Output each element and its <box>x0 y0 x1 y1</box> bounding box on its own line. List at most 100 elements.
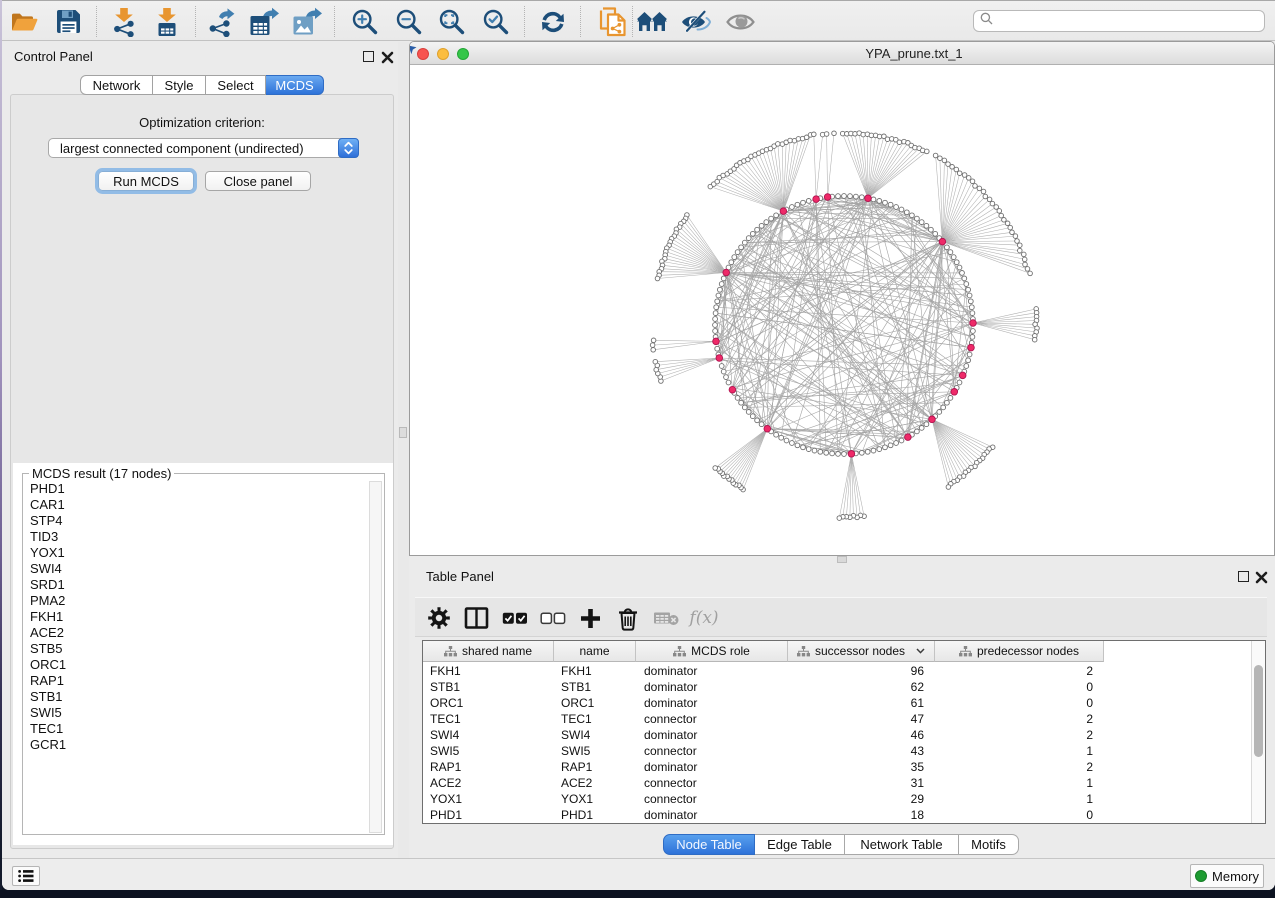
panel-splitter-vertical[interactable] <box>398 42 409 858</box>
delete-column-icon[interactable] <box>612 602 644 634</box>
shared-column-icon <box>444 646 457 657</box>
mcds-result-node[interactable]: SWI5 <box>24 705 369 721</box>
tab-motifs[interactable]: Motifs <box>959 834 1019 855</box>
cell-mcds-role: connector <box>636 744 788 758</box>
select-all-icon[interactable] <box>499 602 531 634</box>
zoom-selected-icon[interactable] <box>479 5 513 38</box>
zoom-in-icon[interactable] <box>348 5 382 38</box>
network-canvas[interactable] <box>410 65 1275 556</box>
mcds-list-scrollbar[interactable] <box>369 481 382 833</box>
first-neighbors-icon[interactable] <box>635 5 669 38</box>
column-header-shared-name[interactable]: shared name <box>423 641 554 662</box>
table-row[interactable]: YOX1 YOX1 connector 29 1 <box>423 791 1253 807</box>
column-header-MCDS-role[interactable]: MCDS role <box>636 641 788 662</box>
export-table-icon[interactable] <box>247 5 281 38</box>
mcds-result-node[interactable]: GCR1 <box>24 737 369 753</box>
tab-edge-table[interactable]: Edge Table <box>755 834 845 855</box>
run-mcds-button[interactable]: Run MCDS <box>98 171 194 191</box>
tab-select[interactable]: Select <box>206 75 266 95</box>
column-header-successor-nodes[interactable]: successor nodes <box>788 641 935 662</box>
network-leaf-nodes[interactable] <box>650 131 1039 521</box>
table-row[interactable]: FKH1 FKH1 dominator 96 2 <box>423 663 1253 679</box>
mcds-result-node[interactable]: FKH1 <box>24 609 369 625</box>
open-file-icon[interactable] <box>7 5 41 38</box>
refresh-icon[interactable] <box>536 5 570 38</box>
cell-mcds-role: dominator <box>636 728 788 742</box>
mcds-result-node[interactable]: STB1 <box>24 689 369 705</box>
optimization-criterion-label: Optimization criterion: <box>11 115 393 130</box>
table-row[interactable]: STB1 STB1 dominator 62 0 <box>423 679 1253 695</box>
toolbar-separator <box>334 6 335 37</box>
mcds-result-node[interactable]: TID3 <box>24 529 369 545</box>
cursor-icon <box>409 42 417 60</box>
column-header-label: MCDS role <box>691 644 750 658</box>
criterion-dropdown[interactable]: largest connected component (undirected) <box>48 138 359 158</box>
search-box[interactable] <box>973 10 1265 32</box>
table-panel-float-button[interactable] <box>1238 571 1249 582</box>
cell-mcds-role: connector <box>636 712 788 726</box>
application-window: Control Panel NetworkStyleSelectMCDS Opt… <box>2 0 1275 890</box>
table-row[interactable]: TEC1 TEC1 connector 47 2 <box>423 711 1253 727</box>
import-network-icon[interactable] <box>107 5 141 38</box>
add-column-icon[interactable] <box>574 602 606 634</box>
mcds-result-node[interactable]: SRD1 <box>24 577 369 593</box>
table-options-icon[interactable] <box>423 602 455 634</box>
control-panel-close-icon[interactable] <box>381 51 394 64</box>
mcds-result-node[interactable]: TEC1 <box>24 721 369 737</box>
import-table-icon[interactable] <box>150 5 184 38</box>
dropdown-stepper-icon <box>338 138 359 158</box>
hide-selected-icon[interactable] <box>678 5 712 38</box>
cell-mcds-role: dominator <box>636 664 788 678</box>
deselect-all-icon[interactable] <box>537 602 569 634</box>
table-row[interactable]: ACE2 ACE2 connector 31 1 <box>423 775 1253 791</box>
cell-name: SWI4 <box>554 728 636 742</box>
table-row[interactable]: SWI5 SWI5 connector 43 1 <box>423 743 1253 759</box>
table-row[interactable]: PHD1 PHD1 dominator 18 0 <box>423 807 1253 823</box>
show-columns-icon[interactable] <box>460 602 492 634</box>
network-window-titlebar[interactable]: YPA_prune.txt_1 <box>410 42 1274 65</box>
cell-shared-name: SWI5 <box>423 744 554 758</box>
tab-network[interactable]: Network <box>80 75 153 95</box>
show-all-icon[interactable] <box>723 5 757 38</box>
show-panels-button[interactable] <box>12 866 40 886</box>
tab-mcds[interactable]: MCDS <box>266 75 324 95</box>
table-scrollbar[interactable] <box>1251 641 1265 823</box>
table-row[interactable]: ORC1 ORC1 dominator 61 0 <box>423 695 1253 711</box>
zoom-fit-icon[interactable] <box>435 5 469 38</box>
tab-network-table[interactable]: Network Table <box>845 834 959 855</box>
column-header-predecessor-nodes[interactable]: predecessor nodes <box>935 641 1104 662</box>
mcds-result-node[interactable]: STB5 <box>24 641 369 657</box>
mcds-result-node[interactable]: ORC1 <box>24 657 369 673</box>
mcds-result-node[interactable]: PHD1 <box>24 481 369 497</box>
tab-node-table[interactable]: Node Table <box>663 834 755 855</box>
memory-button[interactable]: Memory <box>1190 864 1264 888</box>
control-panel: Control Panel NetworkStyleSelectMCDS Opt… <box>2 42 398 858</box>
export-network-icon[interactable] <box>204 5 238 38</box>
toolbar-separator <box>96 6 97 37</box>
control-panel-tabs: NetworkStyleSelectMCDS <box>80 75 324 95</box>
close-panel-button[interactable]: Close panel <box>205 171 311 191</box>
mcds-result-node[interactable]: CAR1 <box>24 497 369 513</box>
mcds-result-list[interactable]: PHD1CAR1STP4TID3YOX1SWI4SRD1PMA2FKH1ACE2… <box>24 481 369 833</box>
mcds-result-node[interactable]: ACE2 <box>24 625 369 641</box>
column-header-name[interactable]: name <box>554 641 636 662</box>
clone-network-icon[interactable] <box>596 5 630 38</box>
search-input[interactable] <box>997 12 1264 30</box>
mcds-result-node[interactable]: SWI4 <box>24 561 369 577</box>
control-panel-float-button[interactable] <box>363 51 374 62</box>
table-scrollbar-thumb[interactable] <box>1254 665 1263 757</box>
mcds-result-node[interactable]: STP4 <box>24 513 369 529</box>
mcds-result-node[interactable]: RAP1 <box>24 673 369 689</box>
zoom-out-icon[interactable] <box>392 5 426 38</box>
save-session-icon[interactable] <box>51 5 85 38</box>
table-row[interactable]: RAP1 RAP1 dominator 35 2 <box>423 759 1253 775</box>
export-image-icon[interactable] <box>290 5 324 38</box>
splitter-grip-icon[interactable] <box>837 556 847 563</box>
splitter-grip-icon[interactable] <box>399 427 407 438</box>
table-row[interactable]: SWI4 SWI4 dominator 46 2 <box>423 727 1253 743</box>
panel-splitter-horizontal[interactable] <box>409 556 1275 563</box>
mcds-result-node[interactable]: PMA2 <box>24 593 369 609</box>
table-panel-close-icon[interactable] <box>1255 571 1268 584</box>
tab-style[interactable]: Style <box>153 75 206 95</box>
mcds-result-node[interactable]: YOX1 <box>24 545 369 561</box>
